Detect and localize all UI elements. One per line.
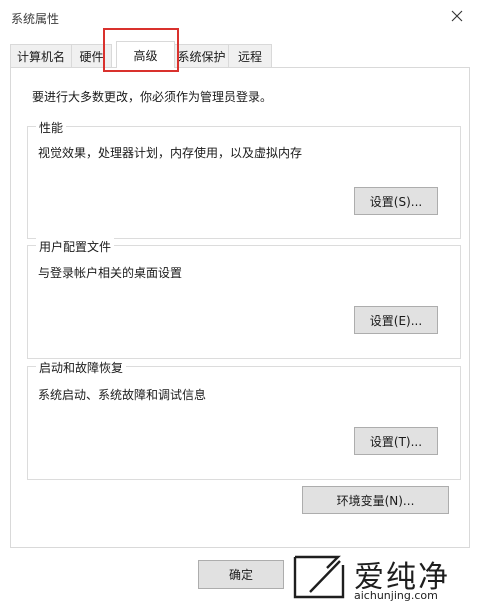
site-watermark: 爱纯净 aichunjing.com (288, 548, 480, 606)
startup-recovery-group: 启动和故障恢复 系统启动、系统故障和调试信息 设置(T)... (27, 359, 461, 480)
watermark-url: aichunjing.com (354, 589, 438, 602)
title-bar: 系统属性 (0, 0, 480, 36)
tab-remote[interactable]: 远程 (228, 44, 272, 67)
performance-description: 视觉效果，处理器计划，内存使用，以及虚拟内存 (38, 146, 303, 160)
admin-notice: 要进行大多数更改，你必须作为管理员登录。 (32, 90, 273, 104)
tab-hardware[interactable]: 硬件 (71, 44, 112, 67)
close-icon (451, 10, 463, 25)
user-profiles-settings-button[interactable]: 设置(E)... (354, 306, 438, 334)
performance-settings-button[interactable]: 设置(S)... (354, 187, 438, 215)
user-profiles-group-title: 用户配置文件 (36, 238, 115, 255)
tab-system-protection[interactable]: 系统保护 (174, 44, 229, 67)
startup-recovery-settings-button[interactable]: 设置(T)... (354, 427, 438, 455)
tab-content-panel: 要进行大多数更改，你必须作为管理员登录。 性能 视觉效果，处理器计划，内存使用，… (10, 67, 470, 548)
performance-group-title: 性能 (36, 119, 67, 136)
user-profiles-description: 与登录帐户相关的桌面设置 (38, 266, 183, 280)
ok-button[interactable]: 确定 (198, 560, 284, 589)
startup-recovery-description: 系统启动、系统故障和调试信息 (38, 388, 207, 402)
window-title: 系统属性 (11, 12, 60, 26)
tab-strip: 计算机名 硬件 高级 系统保护 远程 (10, 41, 470, 68)
user-profiles-group: 用户配置文件 与登录帐户相关的桌面设置 设置(E)... (27, 238, 461, 359)
performance-group: 性能 视觉效果，处理器计划，内存使用，以及虚拟内存 设置(S)... (27, 119, 461, 239)
startup-recovery-group-title: 启动和故障恢复 (36, 359, 127, 376)
tab-advanced[interactable]: 高级 (116, 41, 175, 68)
environment-variables-button[interactable]: 环境变量(N)... (302, 486, 449, 514)
close-button[interactable] (434, 0, 480, 34)
tab-computer-name[interactable]: 计算机名 (10, 44, 72, 67)
watermark-logo-icon (292, 554, 346, 600)
